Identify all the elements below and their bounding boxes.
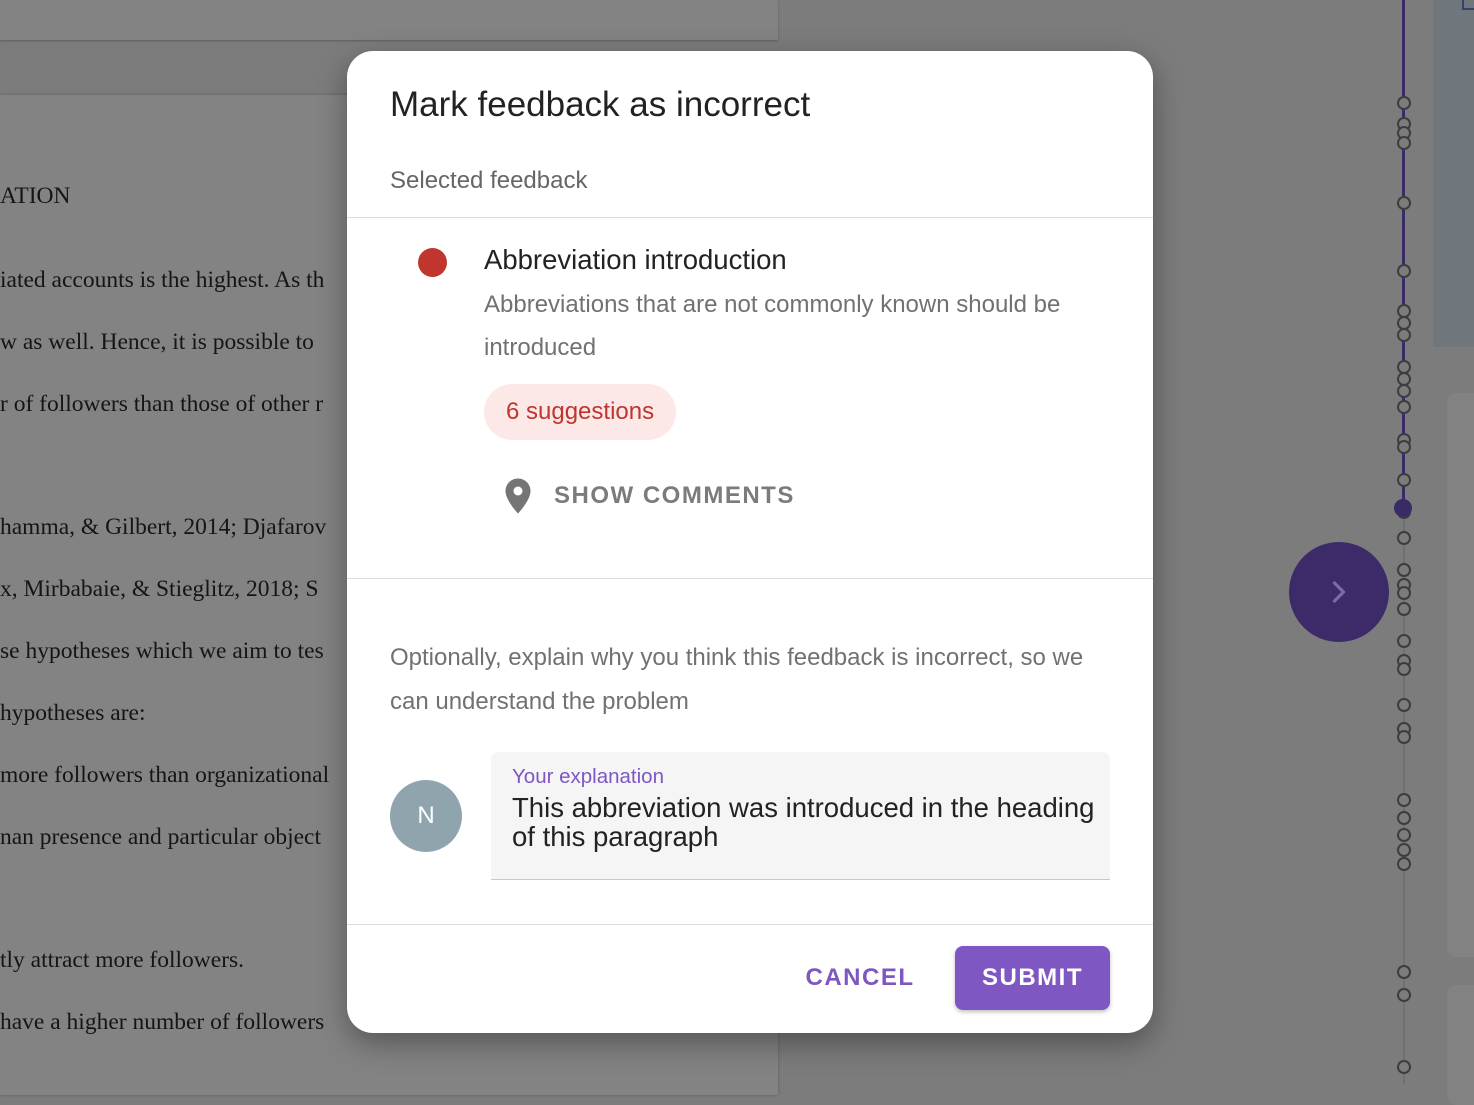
timeline-marker[interactable] [1397,843,1411,857]
document-line: hamma, & Gilbert, 2014; Djafarov [0,514,327,540]
timeline-marker[interactable] [1397,730,1411,744]
document-line: x, Mirbabaie, & Stieglitz, 2018; S [0,576,319,602]
feedback-description: Abbreviations that are not commonly know… [484,291,1061,361]
chevron-right-icon [1332,581,1346,603]
selected-feedback-label: Selected feedback [390,167,588,194]
timeline-marker[interactable] [1397,384,1411,398]
timeline-marker[interactable] [1397,473,1411,487]
divider [347,924,1153,925]
document-line: have a higher number of followers [0,1009,325,1035]
timeline-marker[interactable] [1397,634,1411,648]
document-line: nan presence and particular object [0,824,322,850]
document-line: iated accounts is the highest. As th [0,267,325,293]
mark-incorrect-dialog: Mark feedback as incorrect Selected feed… [347,51,1153,1033]
divider [347,578,1153,579]
explain-prompt: Optionally, explain why you think this f… [390,644,1084,715]
document-line: w as well. Hence, it is possible to [0,329,314,355]
suggestions-chip[interactable]: 6 suggestions [484,384,677,440]
panel-corner-mark [1462,0,1474,10]
timeline-marker[interactable] [1397,793,1411,807]
document-line: tly attract more followers. [0,947,245,973]
timeline-marker[interactable] [1397,196,1411,210]
timeline-marker[interactable] [1397,828,1411,842]
feedback-title: Abbreviation introduction [484,244,787,275]
document-page-top [0,0,778,40]
timeline-marker-active[interactable] [1394,499,1412,517]
show-comments-label: SHOW COMMENTS [554,482,795,509]
timeline-marker[interactable] [1397,857,1411,871]
dialog-title: Mark feedback as incorrect [390,85,811,124]
timeline-marker[interactable] [1397,136,1411,150]
severity-indicator [418,248,447,277]
side-panel-card [1447,985,1474,1105]
explanation-label: Your explanation [512,765,664,788]
timeline-marker[interactable] [1397,586,1411,600]
timeline-marker[interactable] [1397,96,1411,110]
timeline-marker[interactable] [1397,400,1411,414]
location-pin-icon [505,478,531,514]
side-panel-top [1433,0,1474,347]
avatar: N [390,780,462,852]
document-line: ATION [0,183,71,209]
explanation-field[interactable]: Your explanation This abbreviation was i… [491,752,1110,880]
timeline-marker[interactable] [1397,662,1411,676]
timeline-marker[interactable] [1397,965,1411,979]
cancel-button[interactable]: CANCEL [793,946,927,1010]
show-comments-button[interactable]: SHOW COMMENTS [503,475,795,517]
document-line: r of followers than those of other r [0,391,324,417]
timeline-marker[interactable] [1397,328,1411,342]
document-line: se hypotheses which we aim to tes [0,638,324,664]
next-feedback-button[interactable] [1289,542,1389,642]
timeline-marker[interactable] [1397,698,1411,712]
timeline-marker[interactable] [1397,988,1411,1002]
timeline-marker[interactable] [1397,531,1411,545]
document-line: more followers than organizational [0,762,330,788]
timeline-marker[interactable] [1397,1060,1411,1074]
explanation-input[interactable]: This abbreviation was introduced in the … [512,793,1102,875]
timeline-marker[interactable] [1397,264,1411,278]
side-panel-card [1447,393,1474,957]
timeline-marker[interactable] [1397,563,1411,577]
document-line: hypotheses are: [0,700,146,726]
divider [347,217,1153,218]
timeline-marker[interactable] [1397,440,1411,454]
submit-button[interactable]: SUBMIT [955,946,1110,1010]
timeline-marker[interactable] [1397,602,1411,616]
timeline-marker[interactable] [1397,811,1411,825]
